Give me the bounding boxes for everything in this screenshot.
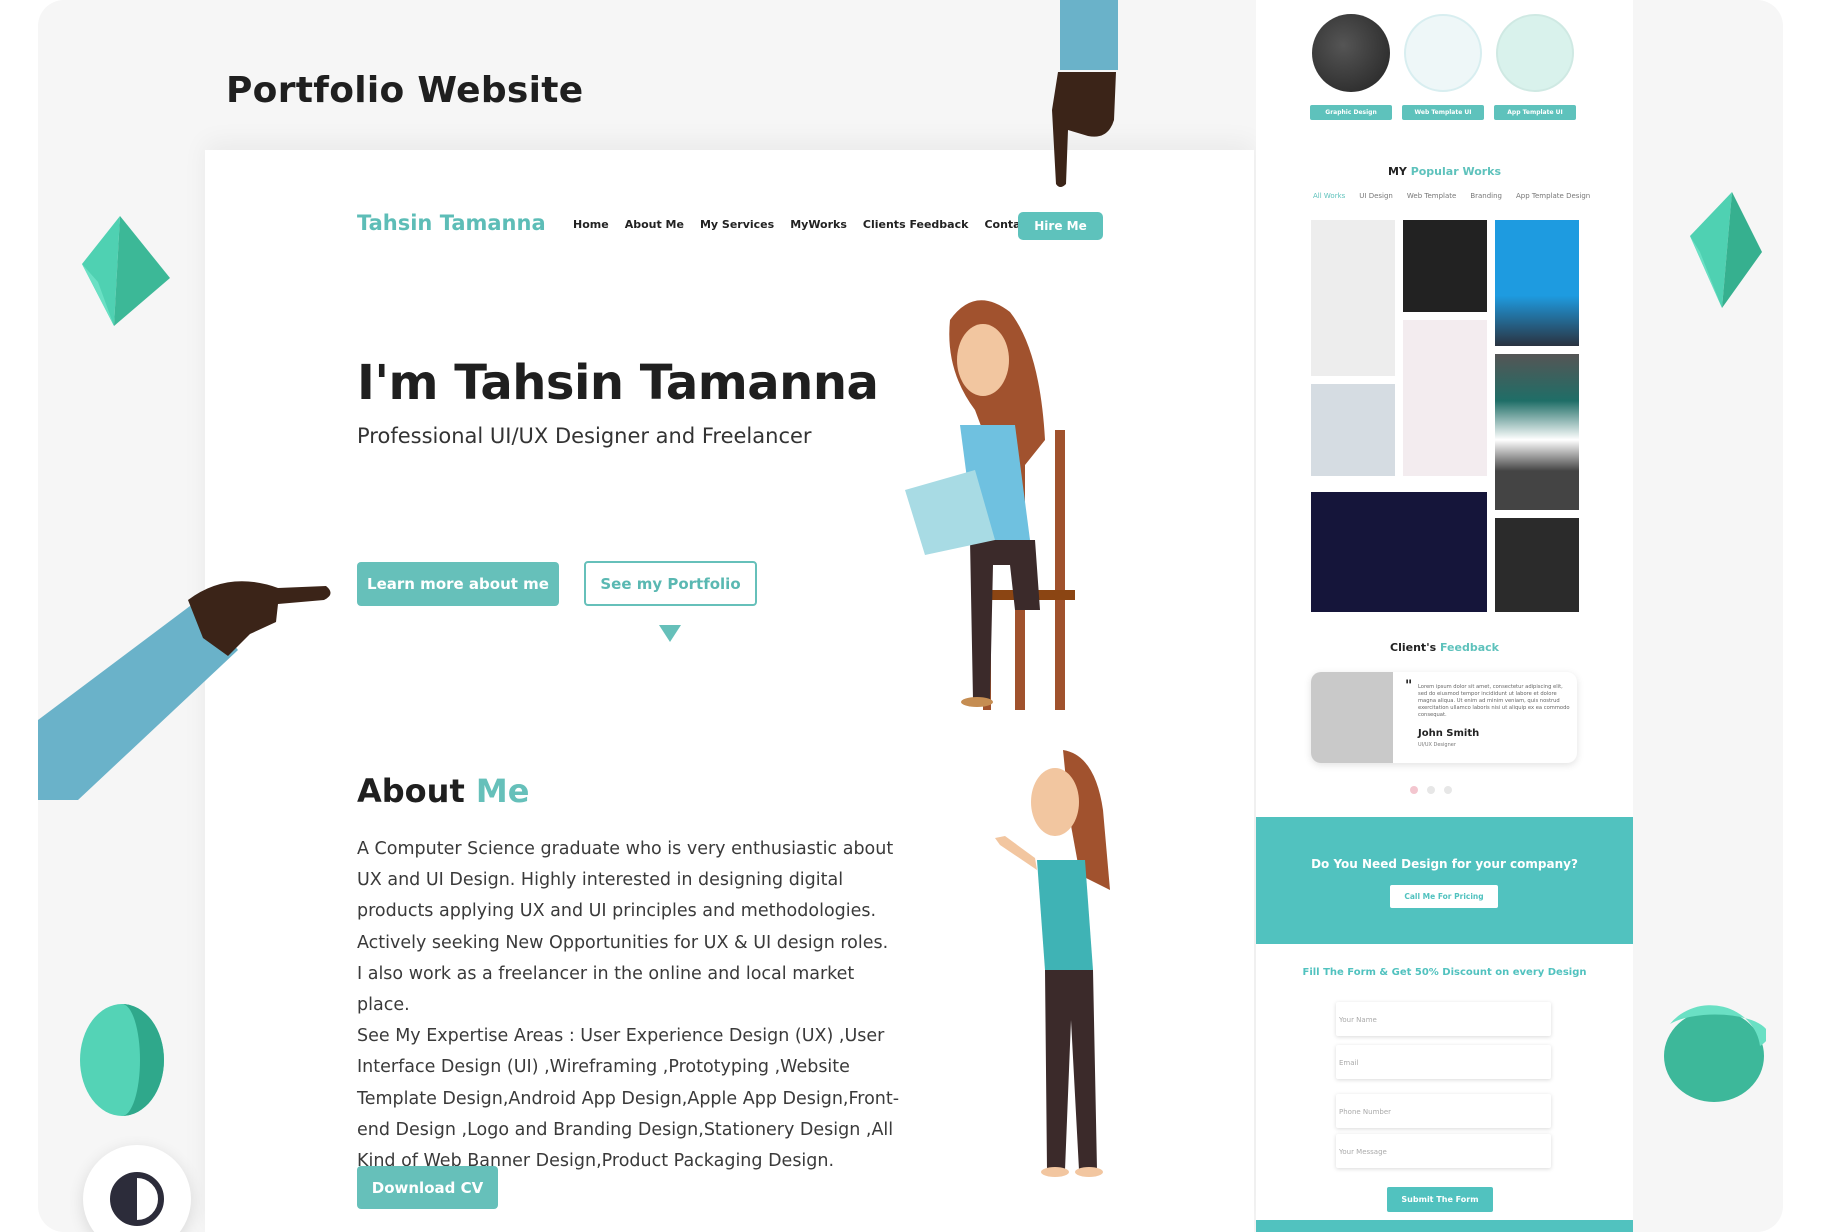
work-thumb[interactable] <box>1495 518 1579 612</box>
about-title: About Me <box>357 772 529 810</box>
about-line: end Design ,Logo and Branding Design,Sta… <box>357 1119 894 1140</box>
see-portfolio-button[interactable]: See my Portfolio <box>584 561 757 606</box>
carousel-dots <box>1410 786 1452 794</box>
octahedron-gem-left <box>82 216 170 326</box>
hire-me-button[interactable]: Hire Me <box>1018 212 1103 240</box>
brand-logo[interactable]: Tahsin Tamanna <box>357 211 546 235</box>
quote-icon: " <box>1405 678 1413 694</box>
popular-works-title: MY Popular Works <box>1256 165 1633 178</box>
service-label[interactable]: App Template UI <box>1494 105 1576 120</box>
service-label[interactable]: Graphic Design <box>1310 105 1392 120</box>
carousel-dot[interactable] <box>1427 786 1435 794</box>
pointing-hand-left <box>38 581 331 800</box>
work-thumb[interactable] <box>1495 354 1579 510</box>
main-page-preview: Tahsin Tamanna Home About Me My Services… <box>205 150 1254 1232</box>
work-thumb[interactable] <box>1403 320 1487 476</box>
work-thumb[interactable] <box>1403 220 1487 312</box>
app-template-thumb[interactable] <box>1496 14 1574 92</box>
hero-title: I'm Tahsin Tamanna <box>357 355 879 411</box>
theme-toggle-button[interactable] <box>83 1145 191 1232</box>
work-thumb[interactable] <box>1311 384 1395 476</box>
nav-feedback[interactable]: Clients Feedback <box>863 218 969 231</box>
work-thumb[interactable] <box>1311 492 1487 612</box>
about-title-accent: Me <box>475 772 530 810</box>
feedback-title: Client's Feedback <box>1256 641 1633 654</box>
nav-works[interactable]: MyWorks <box>790 218 847 231</box>
pointing-hand-top <box>1052 0 1118 187</box>
about-line: See My Expertise Areas : User Experience… <box>357 1026 885 1047</box>
scroll-down-icon[interactable] <box>659 625 681 642</box>
nav-home[interactable]: Home <box>573 218 609 231</box>
feedback-title-accent: Feedback <box>1439 641 1499 654</box>
carousel-dot[interactable] <box>1444 786 1452 794</box>
page-overview-preview: Graphic Design Web Template UI App Templ… <box>1256 0 1633 1232</box>
phone-placeholder: Phone Number <box>1339 1108 1392 1116</box>
popular-title-plain: MY <box>1387 165 1411 178</box>
client-avatar <box>1311 672 1393 763</box>
work-thumb[interactable] <box>1311 220 1395 376</box>
popular-title-accent: Popular Works <box>1410 165 1502 178</box>
cta-banner: Do You Need Design for your company? Cal… <box>1256 817 1633 944</box>
about-text: A Computer Science graduate who is very … <box>357 834 902 1177</box>
about-line: I also work as a freelancer in the onlin… <box>357 963 855 1016</box>
email-field[interactable]: Email <box>1336 1045 1551 1079</box>
filter-tab[interactable]: All Works <box>1313 192 1345 200</box>
main-nav: Home About Me My Services MyWorks Client… <box>573 218 1032 231</box>
nav-services[interactable]: My Services <box>700 218 774 231</box>
feedback-title-plain: Client's <box>1390 641 1440 654</box>
octahedron-gem-right <box>1690 192 1762 308</box>
call-for-pricing-button[interactable]: Call Me For Pricing <box>1390 885 1498 908</box>
cta-question: Do You Need Design for your company? <box>1311 857 1578 871</box>
email-placeholder: Email <box>1339 1059 1359 1067</box>
about-line: Interface Design (UI) ,Wireframing ,Prot… <box>357 1057 850 1078</box>
hero-subtitle: Professional UI/UX Designer and Freelanc… <box>357 424 812 448</box>
message-placeholder: Your Message <box>1339 1148 1387 1156</box>
about-title-plain: About <box>357 772 476 810</box>
client-name: John Smith <box>1418 728 1480 739</box>
carousel-dot[interactable] <box>1410 786 1418 794</box>
feedback-card: " Lorem ipsum dolor sit amet, consectetu… <box>1311 672 1577 763</box>
works-filter-tabs: All Works UI Design Web Template Brandin… <box>1313 192 1590 200</box>
footer-band <box>1256 1220 1633 1232</box>
showcase-canvas: Portfolio Website Tahsin Tamanna Home Ab… <box>38 0 1783 1232</box>
contrast-icon <box>110 1172 164 1226</box>
about-line: Template Design,Android App Design,Apple… <box>357 1088 900 1109</box>
form-title: Fill The Form & Get 50% Discount on ever… <box>1302 967 1587 978</box>
submit-form-button[interactable]: Submit The Form <box>1387 1187 1493 1212</box>
about-line: UX and UI Design. Highly interested in d… <box>357 870 844 891</box>
showcase-title: Portfolio Website <box>226 70 584 111</box>
message-field[interactable]: Your Message <box>1336 1134 1551 1168</box>
hemisphere-gem-right <box>1664 1005 1766 1102</box>
hemisphere-gem-left <box>80 1004 164 1116</box>
designer-laptop-illustration <box>905 300 1075 710</box>
about-line: Actively seeking New Opportunities for U… <box>357 932 889 953</box>
client-role: UI/UX Designer <box>1418 742 1456 748</box>
standing-girl-illustration <box>995 750 1110 1177</box>
work-thumb[interactable] <box>1495 220 1579 346</box>
feedback-text: Lorem ipsum dolor sit amet, consectetur … <box>1418 684 1570 718</box>
about-line: products applying UX and UI principles a… <box>357 901 877 922</box>
phone-field[interactable]: Phone Number <box>1336 1094 1551 1128</box>
download-cv-button[interactable]: Download CV <box>357 1166 498 1209</box>
filter-tab[interactable]: App Template Design <box>1516 192 1590 200</box>
graphic-design-thumb[interactable] <box>1312 14 1390 92</box>
service-label[interactable]: Web Template UI <box>1402 105 1484 120</box>
web-template-thumb[interactable] <box>1404 14 1482 92</box>
name-placeholder: Your Name <box>1339 1016 1377 1024</box>
name-field[interactable]: Your Name <box>1336 1002 1551 1036</box>
filter-tab[interactable]: Branding <box>1470 192 1502 200</box>
nav-about[interactable]: About Me <box>625 218 684 231</box>
filter-tab[interactable]: UI Design <box>1359 192 1393 200</box>
about-line: A Computer Science graduate who is very … <box>357 839 894 859</box>
filter-tab[interactable]: Web Template <box>1407 192 1456 200</box>
learn-more-button[interactable]: Learn more about me <box>357 562 559 606</box>
